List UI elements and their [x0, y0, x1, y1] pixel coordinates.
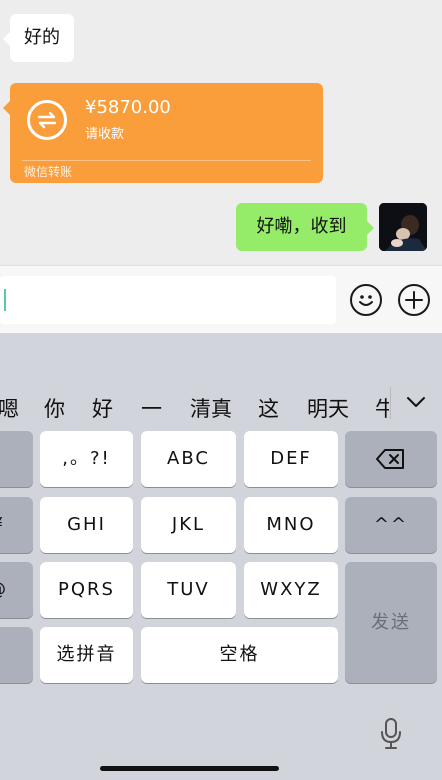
candidate[interactable]: 好: [92, 393, 113, 423]
transfer-subtitle: 请收款: [85, 127, 125, 142]
key-label: WXYZ: [260, 579, 322, 600]
transfer-amount: ¥5870.00: [85, 97, 171, 118]
candidate[interactable]: 牛: [375, 393, 389, 423]
candidate[interactable]: 你: [44, 393, 65, 423]
key-mno[interactable]: MNO: [244, 497, 338, 553]
key-abc[interactable]: ABC: [141, 431, 236, 487]
left-edge-key[interactable]: @: [0, 562, 33, 618]
key-label: ¥: [0, 497, 5, 553]
key-label: 发送: [371, 612, 411, 633]
key-label: ^^: [373, 514, 409, 535]
key-punctuation[interactable]: ,。?!: [40, 431, 133, 487]
plus-icon: [405, 291, 423, 309]
key-label: 选拼音: [56, 644, 117, 665]
emoji-button[interactable]: [350, 284, 382, 316]
transfer-card[interactable]: ¥5870.00 请收款 微信转账: [3, 83, 323, 183]
candidate-bar: 嗯 你 好 一 清真 这 明天 牛: [0, 375, 442, 431]
send-button[interactable]: 发送: [345, 562, 437, 683]
home-indicator: [100, 766, 279, 771]
key-jkl[interactable]: JKL: [141, 497, 236, 553]
transfer-icon: [27, 100, 67, 140]
message-input[interactable]: [0, 276, 336, 324]
key-label: JKL: [171, 514, 206, 535]
text-caret: [4, 289, 6, 311]
key-tuv[interactable]: TUV: [141, 562, 236, 618]
more-button[interactable]: [398, 284, 430, 316]
emoticon-key[interactable]: ^^: [345, 497, 437, 553]
input-bar: [0, 265, 442, 334]
transfer-divider: [22, 160, 311, 161]
key-pqrs[interactable]: PQRS: [40, 562, 133, 618]
transfer-footer: 微信转账: [24, 165, 73, 179]
candidate[interactable]: 明天: [307, 393, 349, 423]
key-wxyz[interactable]: WXYZ: [244, 562, 338, 618]
candidate[interactable]: 嗯: [0, 393, 19, 423]
outgoing-message[interactable]: 好嘞，收到: [236, 203, 374, 251]
key-label: ,。?!: [62, 448, 111, 469]
candidate-divider: [390, 387, 391, 419]
candidate[interactable]: 一: [141, 393, 162, 423]
outgoing-message-text: 好嘞，收到: [256, 216, 347, 237]
left-edge-key[interactable]: [0, 627, 33, 683]
avatar[interactable]: [379, 203, 427, 251]
key-label: PQRS: [58, 579, 115, 600]
key-label: @: [0, 562, 6, 618]
backspace-icon: [376, 449, 404, 469]
smiley-icon: [359, 295, 373, 306]
key-def[interactable]: DEF: [244, 431, 338, 487]
left-edge-key[interactable]: [0, 431, 33, 487]
candidate[interactable]: 这: [258, 393, 279, 423]
chat-area: 好的 ¥5870.00 请收款 微信转账 好嘞，收到: [0, 0, 442, 265]
key-label: 空格: [219, 644, 260, 665]
left-edge-key[interactable]: ¥: [0, 497, 33, 553]
key-label: GHI: [67, 514, 106, 535]
microphone-icon[interactable]: [380, 718, 402, 750]
key-ghi[interactable]: GHI: [40, 497, 133, 553]
candidate[interactable]: 清真: [190, 393, 232, 423]
key-label: DEF: [270, 448, 312, 469]
key-label: ABC: [167, 448, 210, 469]
incoming-message[interactable]: 好的: [3, 14, 74, 62]
key-label: MNO: [266, 514, 316, 535]
space-key[interactable]: 空格: [141, 627, 338, 683]
key-label: TUV: [167, 579, 210, 600]
keyboard: 嗯 你 好 一 清真 这 明天 牛 ¥ @ ,。?! ABC DEF GHI J…: [0, 333, 442, 780]
pinyin-key[interactable]: 选拼音: [40, 627, 133, 683]
chevron-down-icon[interactable]: [405, 391, 427, 413]
incoming-message-text: 好的: [24, 27, 60, 48]
backspace-button[interactable]: [345, 431, 437, 487]
